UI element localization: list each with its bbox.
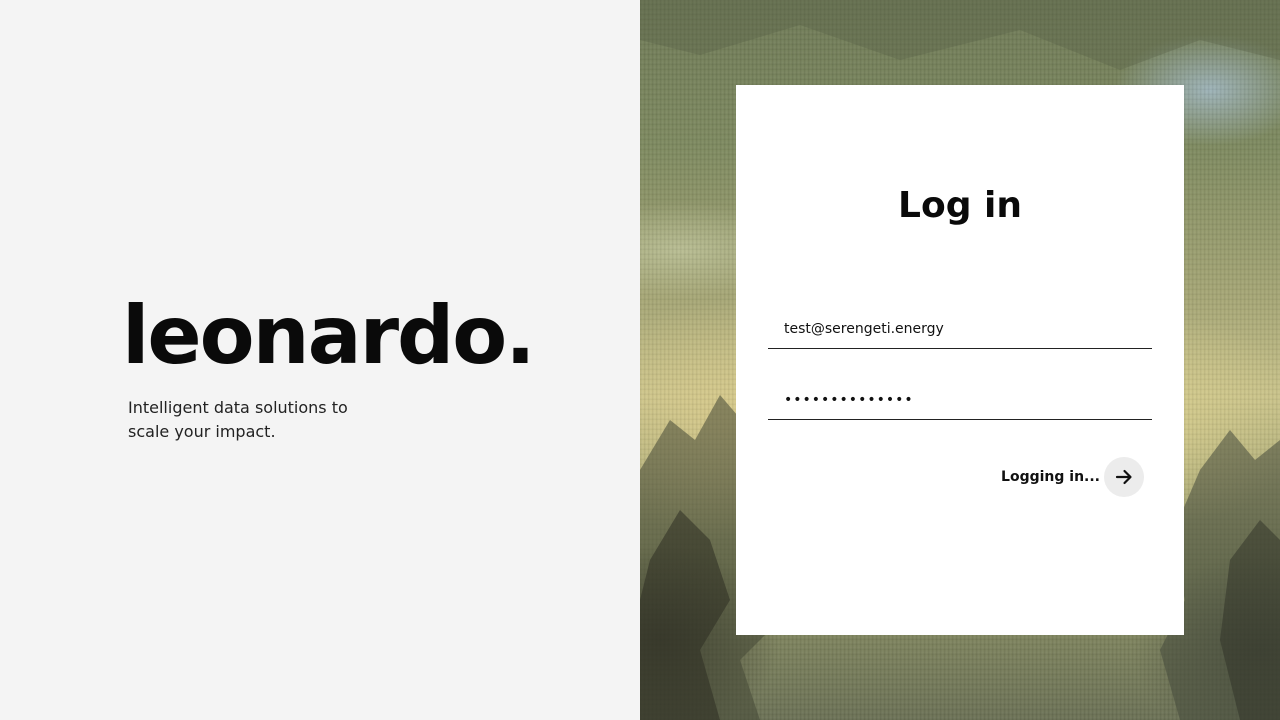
background-painting: Log in Logging in... [640,0,1280,720]
login-title: Log in [898,185,1022,226]
login-card: Log in Logging in... [736,85,1184,635]
brand-tagline: Intelligent data solutions to scale your… [128,398,348,441]
arrow-right-icon[interactable] [1104,457,1144,497]
email-field[interactable] [768,309,1152,349]
password-field[interactable] [768,380,1152,420]
login-page: leonardo. Intelligent data solutions to … [0,0,1280,720]
brand-logo: leonardo. [122,289,536,382]
login-submit-button[interactable]: Logging in... [1001,457,1144,497]
brand-panel: leonardo. Intelligent data solutions to … [0,0,640,720]
submit-label: Logging in... [1001,469,1100,485]
